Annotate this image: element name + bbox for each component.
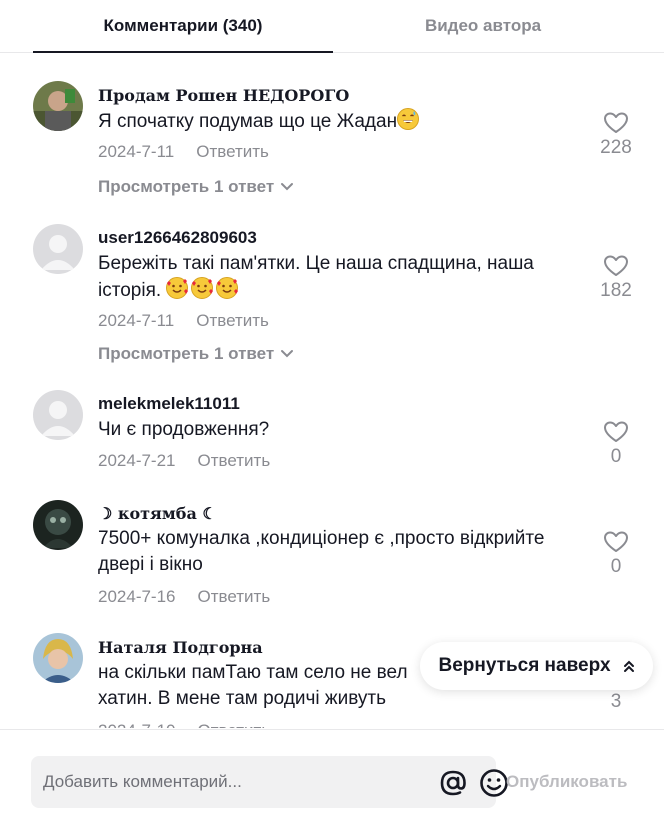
grinning-face-with-sweat-icon (397, 108, 420, 130)
avatar[interactable] (33, 81, 83, 131)
reply-button[interactable]: Ответить (198, 451, 271, 470)
smiling-face-with-hearts-icon (191, 277, 214, 299)
comment-meta: 2024-7-16 Ответить (98, 587, 270, 607)
comment-meta: 2024-7-10 Ответить (98, 721, 270, 728)
comment-text: Я спочатку подумав що це Жадан (98, 108, 588, 135)
chevron-down-icon (281, 183, 294, 191)
avatar[interactable] (33, 633, 83, 683)
comment-meta: 2024-7-21 Ответить (98, 451, 270, 471)
comment-text: Чи є продовження? (98, 419, 270, 440)
view-replies-button[interactable]: Просмотреть 1 ответ (98, 344, 294, 364)
comment-author[interactable]: ☽ котямба ☾ (98, 504, 217, 523)
avatar[interactable] (33, 390, 83, 440)
comment-list[interactable]: Продам Рошен НЕДОРОГО Я спочатку подумав… (0, 53, 664, 728)
like-count: 182 (600, 280, 632, 301)
like-count: 0 (610, 556, 622, 577)
like-count: 3 (610, 691, 622, 712)
tab-comments[interactable]: Комментарии (340) (33, 0, 333, 53)
comment-author[interactable]: melekmelek11011 (98, 394, 240, 414)
comment-author[interactable]: Наталя Подгорна (98, 638, 263, 657)
publish-button[interactable]: Опубликовать (506, 756, 627, 808)
tab-creator-videos[interactable]: Видео автора (333, 0, 633, 52)
comment-meta: 2024-7-11 Ответить (98, 311, 269, 331)
comment-composer: Опубликовать (0, 729, 664, 825)
comment-date: 2024-7-11 (98, 311, 175, 330)
comment-author[interactable]: Продам Рошен НЕДОРОГО (98, 86, 349, 105)
comment-date: 2024-7-21 (98, 451, 176, 470)
avatar[interactable] (33, 500, 83, 550)
chevron-down-icon (281, 350, 294, 358)
heart-icon (604, 421, 628, 442)
view-replies-button[interactable]: Просмотреть 1 ответ (98, 177, 294, 197)
comment-date: 2024-7-10 (98, 721, 176, 728)
smiling-face-with-hearts-icon (166, 277, 189, 299)
heart-icon (604, 531, 628, 552)
double-chevron-up-icon (623, 660, 634, 672)
like-count: 0 (610, 446, 622, 467)
heart-icon (604, 112, 628, 133)
smiling-face-with-hearts-icon (216, 277, 239, 299)
heart-icon (604, 255, 628, 276)
comment-input-box[interactable] (31, 756, 508, 808)
reply-button[interactable]: Ответить (198, 721, 271, 728)
comment-tabs: Комментарии (340) Видео автора (0, 0, 664, 53)
like-button[interactable]: 0 (590, 420, 642, 468)
like-button[interactable]: 182 (590, 254, 642, 302)
back-to-top-button[interactable]: Вернуться наверх (420, 642, 653, 690)
comment-meta: 2024-7-11 Ответить (98, 142, 269, 162)
like-button[interactable]: 228 (590, 111, 642, 159)
comment-author[interactable]: user1266462809603 (98, 228, 257, 248)
reply-button[interactable]: Ответить (196, 142, 269, 161)
avatar[interactable] (33, 224, 83, 274)
reply-button[interactable]: Ответить (198, 587, 271, 606)
comment-input[interactable] (43, 756, 403, 808)
comment-text: Бережіть такі пам'ятки. Це наша спадщина… (98, 253, 534, 301)
mention-icon[interactable] (439, 769, 467, 797)
comment-date: 2024-7-16 (98, 587, 176, 606)
like-button[interactable]: 0 (590, 530, 642, 578)
reply-button[interactable]: Ответить (196, 311, 269, 330)
emoji-icon[interactable] (479, 768, 509, 798)
comment-date: 2024-7-11 (98, 142, 175, 161)
comment-text: 7500+ комуналка ,кондиціонер є ,просто в… (98, 528, 545, 575)
like-count: 228 (600, 137, 632, 158)
